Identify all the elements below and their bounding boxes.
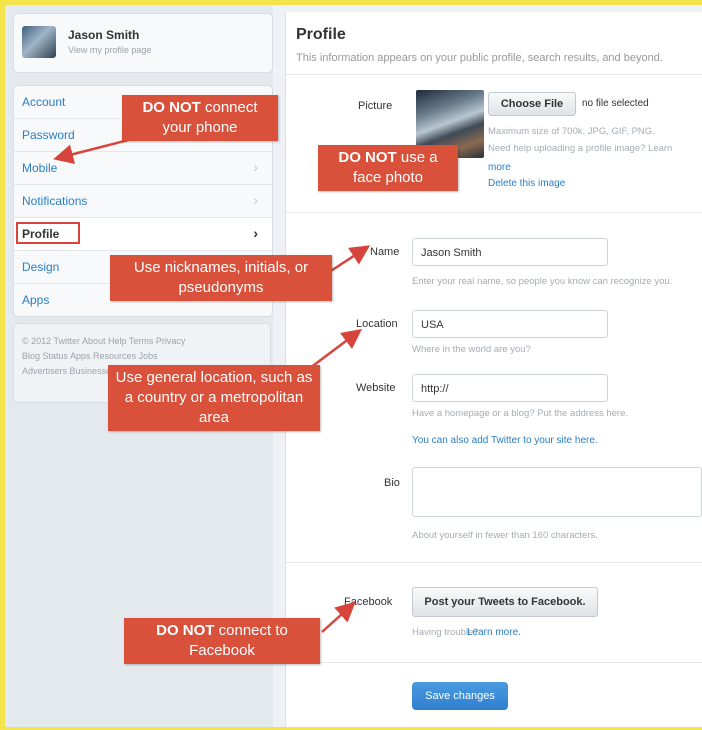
callout-location: Use general location, such as a country …	[108, 365, 320, 431]
callout-nickname: Use nicknames, initials, or pseudonyms	[110, 255, 332, 301]
picture-help: Need help uploading a profile image? Lea…	[488, 143, 673, 154]
user-name: Jason Smith	[68, 28, 140, 42]
location-label: Location	[356, 318, 398, 330]
website-hint: Have a homepage or a blog? Put the addre…	[412, 408, 629, 419]
facebook-label: Facebook	[344, 596, 393, 608]
divider	[286, 212, 702, 213]
callout-phone: DO NOT connect your phone	[122, 95, 278, 141]
website-field[interactable]: http://	[412, 374, 608, 402]
name-field[interactable]: Jason Smith	[412, 238, 608, 266]
divider	[286, 562, 702, 563]
callout-strong: DO NOT	[338, 149, 397, 166]
footer-line[interactable]: © 2012 Twitter About Help Terms Privacy	[22, 334, 262, 349]
callout-text: Use general location, such as a country …	[115, 369, 313, 426]
delete-image-link[interactable]: Delete this image	[488, 178, 565, 189]
website-label: Website	[356, 382, 396, 394]
picture-label: Picture	[358, 100, 393, 112]
chevron-right-icon: ›	[253, 192, 258, 208]
no-file-text: no file selected	[582, 98, 649, 109]
view-profile-link[interactable]: View my profile page	[68, 45, 151, 55]
profile-panel: Profile This information appears on your…	[285, 12, 702, 727]
post-to-facebook-button[interactable]: Post your Tweets to Facebook.	[412, 587, 598, 617]
nav-item-notifications[interactable]: Notifications ›	[14, 185, 272, 218]
add-twitter-link[interactable]: You can also add Twitter to your site he…	[412, 435, 598, 446]
bio-field[interactable]	[412, 467, 702, 517]
callout-photo: DO NOT use a face photo	[318, 145, 458, 191]
chevron-right-icon: ›	[253, 225, 258, 241]
callout-strong: DO NOT	[156, 622, 215, 639]
choose-file-button[interactable]: Choose File	[488, 92, 576, 116]
nav-item-label: Password	[22, 128, 75, 142]
learn-more-link[interactable]: more	[488, 162, 511, 173]
footer-line[interactable]: Blog Status Apps Resources Jobs	[22, 349, 262, 364]
bio-hint: About yourself in fewer than 160 charact…	[412, 530, 598, 541]
nav-item-label: Notifications	[22, 194, 88, 208]
page-subtitle: This information appears on your public …	[296, 52, 663, 64]
page-title: Profile	[296, 26, 346, 43]
facebook-learn-more-link[interactable]: Learn more.	[467, 627, 521, 638]
nav-item-label: Mobile	[22, 161, 58, 175]
location-field[interactable]: USA	[412, 310, 608, 338]
location-value: USA	[421, 319, 444, 331]
nav-item-label: Design	[22, 260, 60, 274]
nav-item-profile[interactable]: Profile ›	[14, 218, 272, 251]
nav-item-label: Profile	[22, 227, 60, 241]
user-card[interactable]: Jason Smith View my profile page	[13, 13, 273, 73]
nav-item-label: Apps	[22, 293, 50, 307]
location-hint: Where in the world are you?	[412, 344, 531, 355]
save-changes-button[interactable]: Save changes	[412, 682, 508, 710]
picture-hint: Maximum size of 700k. JPG, GIF, PNG.	[488, 126, 655, 137]
name-label: Name	[370, 246, 400, 258]
callout-strong: DO NOT	[142, 99, 201, 116]
divider	[286, 662, 702, 663]
callout-facebook: DO NOT connect to Facebook	[124, 618, 320, 664]
nav-item-mobile[interactable]: Mobile ›	[14, 152, 272, 185]
chevron-right-icon: ›	[253, 159, 258, 175]
divider	[286, 74, 702, 75]
bio-label: Bio	[384, 477, 400, 489]
name-hint: Enter your real name, so people you know…	[412, 276, 673, 287]
nav-item-label: Account	[22, 95, 66, 109]
avatar[interactable]	[22, 26, 56, 58]
callout-text: Use nicknames, initials, or pseudonyms	[133, 259, 309, 296]
